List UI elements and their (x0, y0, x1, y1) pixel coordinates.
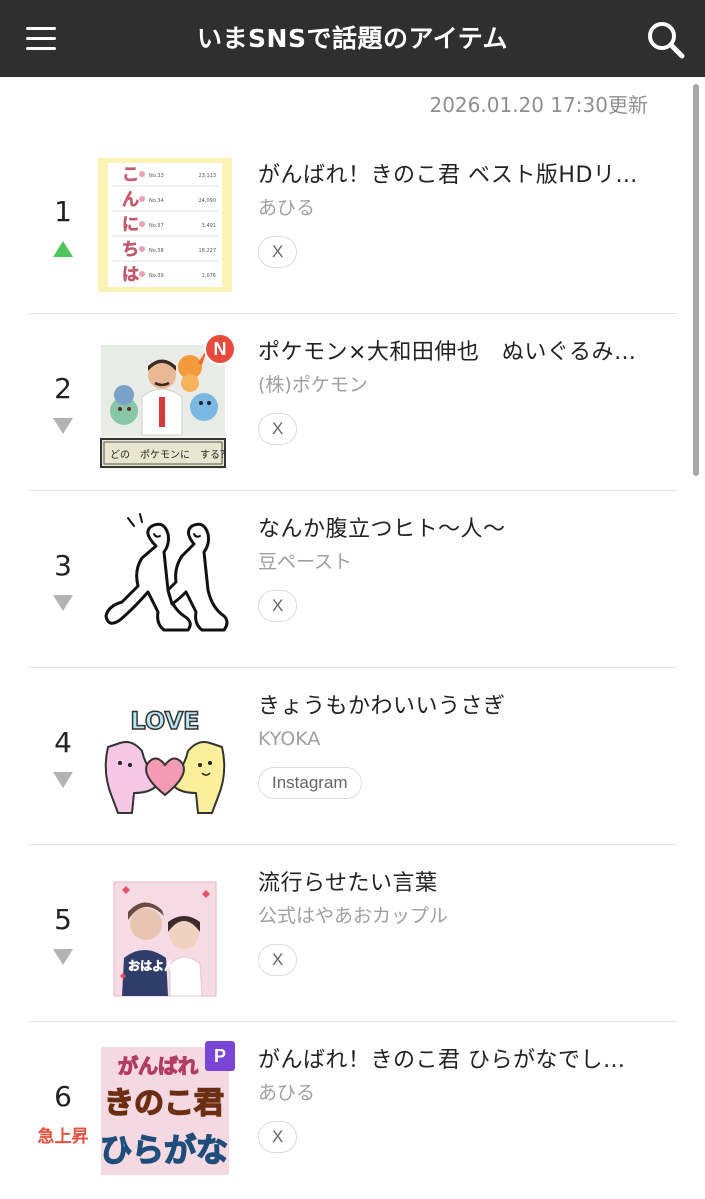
rank-number: 6 (54, 1080, 72, 1113)
item-title[interactable]: きょうもかわいいうさぎ (258, 692, 677, 722)
thumb-caption: どの ポケモンに する？ (110, 449, 230, 461)
rank-number: 2 (54, 372, 72, 405)
item-info: きょうもかわいいうさぎ KYOKA Instagram (258, 692, 677, 799)
rank-number: 5 (54, 903, 72, 936)
thumb-line3: ひらがな (100, 1131, 228, 1169)
rank-down-icon (53, 595, 73, 613)
rank-number: 3 (54, 549, 72, 582)
thumb-value: 18,227 (199, 248, 217, 254)
item-author: 公式はやあおカップル (258, 905, 449, 927)
thumb-char: に (122, 215, 139, 235)
item-title[interactable]: なんか腹立つヒト〜人〜 (258, 515, 677, 545)
thumb-char: は (122, 265, 139, 285)
item-author: (株)ポケモン (258, 374, 368, 396)
platform-tag[interactable]: X (258, 944, 298, 976)
platform-tag[interactable]: Instagram (258, 767, 362, 799)
surge-label: 急上昇 (37, 1127, 89, 1147)
item-title[interactable]: がんばれ！きのこ君 ひらがなでし… (258, 1046, 677, 1076)
item-thumbnail[interactable]: おはよん (98, 866, 232, 1000)
item-thumbnail[interactable]: こ No.33 23,113 ん No.34 24,090 に No.37 3,… (98, 158, 232, 292)
item-info: がんばれ！きのこ君 ベスト版HDリ… あひる X (258, 161, 677, 268)
thumb-value: 3,491 (202, 223, 216, 229)
list-item[interactable]: 5 おはよん 流行らせたい言葉 公式はやあおカップル X (28, 845, 677, 1022)
item-thumbnail[interactable] (98, 512, 232, 646)
thumb-char: ん (122, 190, 139, 210)
item-info: ポケモン×大和田伸也 ぬいぐるみ… (株)ポケモン X (258, 338, 677, 445)
platform-tag[interactable]: X (258, 413, 298, 445)
rank-down-icon (53, 418, 73, 436)
thumb-no: No.37 (149, 223, 164, 229)
scrollbar[interactable] (693, 84, 699, 476)
item-thumbnail[interactable]: LOVE (98, 689, 232, 823)
thumb-char: ち (122, 240, 139, 260)
item-author: 豆ペースト (258, 551, 353, 573)
thumb-value: 24,090 (199, 198, 217, 204)
thumb-line1: がんばれ (118, 1054, 198, 1078)
list-item[interactable]: 4 LOVE きょうもかわいいうさぎ KYOKA Instagram (28, 668, 677, 845)
item-title[interactable]: 流行らせたい言葉 (258, 869, 677, 899)
item-thumbnail[interactable]: がんばれ きのこ君 ひらがな P (98, 1041, 235, 1177)
ranking-list: 1 こ No.33 23,113 ん No.34 24,090 に No.37 … (28, 137, 677, 1199)
item-thumbnail[interactable]: どの ポケモンに する？ N (98, 333, 236, 469)
rank-number: 4 (54, 726, 72, 759)
item-info: なんか腹立つヒト〜人〜 豆ペースト X (258, 515, 677, 622)
item-info: がんばれ！きのこ君 ひらがなでし… あひる X (258, 1046, 677, 1153)
page-title: いまSNSで話題のアイテム (197, 24, 508, 53)
new-badge: N (204, 333, 236, 365)
item-info: 流行らせたい言葉 公式はやあおカップル X (258, 869, 677, 976)
app-header: いまSNSで話題のアイテム (0, 0, 705, 77)
item-author: あひる (258, 1082, 316, 1104)
platform-tag[interactable]: X (258, 590, 298, 622)
platform-tag[interactable]: X (258, 236, 298, 268)
updated-timestamp: 2026.01.20 17:30更新 (429, 93, 648, 117)
thumb-char: こ (122, 165, 139, 185)
premium-badge: P (205, 1041, 235, 1071)
item-author: KYOKA (258, 728, 321, 750)
item-title[interactable]: がんばれ！きのこ君 ベスト版HDリ… (258, 161, 677, 191)
search-icon[interactable] (644, 18, 688, 62)
item-author: あひる (258, 197, 316, 219)
thumb-no: No.39 (149, 273, 164, 279)
thumb-no: No.33 (149, 173, 164, 179)
rank-down-icon (53, 772, 73, 790)
thumb-value: 1,076 (202, 273, 216, 279)
thumb-line2: きのこ君 (104, 1086, 224, 1121)
hamburger-menu-icon[interactable] (26, 24, 58, 52)
list-item[interactable]: 1 こ No.33 23,113 ん No.34 24,090 に No.37 … (28, 137, 677, 314)
rank-down-icon (53, 949, 73, 967)
platform-tag[interactable]: X (258, 1121, 298, 1153)
rank-up-icon (53, 241, 73, 259)
list-item[interactable]: 2 どの ポケモンに する？ N ポケモン×大和田伸也 ぬいぐるみ… (株)ポケ… (28, 314, 677, 491)
list-item[interactable]: 6 急上昇 がんばれ きのこ君 ひらがな P がんばれ！きのこ君 ひらがなでし…… (28, 1022, 677, 1199)
thumb-value: 23,113 (199, 173, 217, 179)
rank-number: 1 (54, 195, 72, 228)
item-title[interactable]: ポケモン×大和田伸也 ぬいぐるみ… (258, 338, 677, 368)
thumb-no: No.38 (149, 248, 164, 254)
thumb-caption: おはよん (128, 959, 176, 973)
thumb-word: LOVE (130, 707, 199, 735)
thumb-no: No.34 (149, 198, 164, 204)
list-item[interactable]: 3 なんか腹立つヒト〜人〜 豆ペースト X (28, 491, 677, 668)
